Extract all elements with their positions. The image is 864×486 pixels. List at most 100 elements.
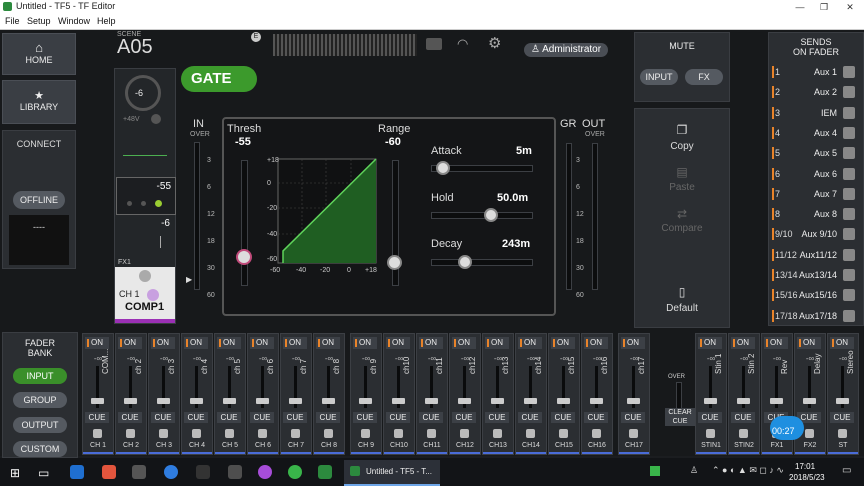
fader-handle[interactable]: [425, 398, 438, 404]
send-level-icon[interactable]: [843, 126, 855, 139]
on-button[interactable]: ON: [452, 337, 476, 349]
cue-button[interactable]: CUE: [518, 412, 542, 423]
decay-slider[interactable]: [431, 255, 533, 269]
user-badge[interactable]: ♙ Administrator: [524, 43, 608, 57]
on-button[interactable]: ON: [184, 337, 208, 349]
offline-button[interactable]: OFFLINE: [13, 191, 65, 209]
hold-slider[interactable]: [431, 208, 533, 222]
fader-handle[interactable]: [157, 398, 170, 404]
cue-button[interactable]: CUE: [184, 412, 208, 423]
fader-handle[interactable]: [557, 398, 570, 404]
app-icon-5[interactable]: [196, 465, 210, 479]
fader-handle[interactable]: [458, 398, 471, 404]
send-item-8[interactable]: 8 Aux 8: [772, 205, 857, 224]
default-button[interactable]: Default: [635, 303, 729, 314]
send-level-icon[interactable]: [843, 228, 855, 241]
clock-time[interactable]: 17:01: [795, 462, 815, 471]
cue-button[interactable]: CUE: [698, 412, 722, 423]
paste-button[interactable]: Paste: [635, 182, 729, 193]
on-button[interactable]: ON: [830, 337, 854, 349]
send-item-1[interactable]: 1 Aux 1: [772, 63, 857, 82]
on-button[interactable]: ON: [250, 337, 274, 349]
fader-handle[interactable]: [803, 398, 816, 404]
on-button[interactable]: ON: [386, 337, 410, 349]
edge-icon[interactable]: [70, 465, 84, 479]
on-button[interactable]: ON: [731, 337, 755, 349]
fader-handle[interactable]: [590, 398, 603, 404]
gate-thumbnail[interactable]: -55: [116, 177, 176, 215]
send-level-icon[interactable]: [843, 167, 855, 180]
fader-handle[interactable]: [737, 398, 750, 404]
on-button[interactable]: ON: [151, 337, 175, 349]
on-button[interactable]: ON: [217, 337, 241, 349]
fader-handle[interactable]: [836, 398, 849, 404]
fader-handle[interactable]: [190, 398, 203, 404]
maximize-button[interactable]: ❐: [812, 0, 836, 14]
fader-handle[interactable]: [491, 398, 504, 404]
app-icon-4[interactable]: [164, 465, 178, 479]
phantom-label[interactable]: +48V: [123, 116, 140, 123]
copy-button[interactable]: Copy: [635, 141, 729, 152]
cue-button[interactable]: CUE: [316, 412, 340, 423]
range-slider-handle[interactable]: [387, 255, 402, 270]
clear-cue-button[interactable]: CLEAR CUE: [665, 408, 695, 426]
fader-handle[interactable]: [124, 398, 137, 404]
gear-icon[interactable]: ⚙: [488, 34, 501, 52]
send-level-icon[interactable]: [843, 187, 855, 200]
clock-date[interactable]: 2018/5/23: [789, 473, 825, 482]
fader-handle[interactable]: [524, 398, 537, 404]
tray-user-icon[interactable]: ♙: [690, 465, 698, 476]
app-icon-7[interactable]: [258, 465, 272, 479]
on-button[interactable]: ON: [698, 337, 722, 349]
eq-thumbnail[interactable]: [123, 141, 167, 169]
send-item-7[interactable]: 7 Aux 7: [772, 185, 857, 204]
send-level-icon[interactable]: [843, 269, 855, 281]
comp-thumbnail[interactable]: -6: [116, 216, 174, 260]
cue-button[interactable]: CUE: [830, 412, 854, 423]
on-button[interactable]: ON: [316, 337, 340, 349]
fader-handle[interactable]: [359, 398, 372, 404]
send-item-4[interactable]: 4 Aux 4: [772, 124, 857, 143]
send-level-icon[interactable]: [843, 289, 855, 302]
bank-custom-button[interactable]: CUSTOM: [13, 441, 67, 457]
fader-handle[interactable]: [322, 398, 335, 404]
tray-app-icon[interactable]: [650, 466, 660, 476]
task-view-icon[interactable]: ▭: [38, 466, 49, 480]
notification-icon[interactable]: ▭: [842, 465, 851, 476]
cue-button[interactable]: CUE: [217, 412, 241, 423]
cue-button[interactable]: CUE: [283, 412, 307, 423]
send-level-icon[interactable]: [843, 66, 855, 78]
on-button[interactable]: ON: [419, 337, 443, 349]
fader-handle[interactable]: [392, 398, 405, 404]
cue-button[interactable]: CUE: [551, 412, 575, 423]
cue-button[interactable]: CUE: [584, 412, 608, 423]
recording-overlay[interactable]: 00:27: [770, 416, 804, 440]
on-button[interactable]: ON: [485, 337, 509, 349]
keyboard-icon[interactable]: [426, 38, 442, 50]
cue-button[interactable]: CUE: [731, 412, 755, 423]
channel-name-box[interactable]: CH 1 COMP1: [115, 267, 175, 323]
on-button[interactable]: ON: [797, 337, 821, 349]
gate-toggle-button[interactable]: GATE: [181, 66, 257, 92]
send-level-icon[interactable]: [843, 106, 855, 119]
send-item-17-18[interactable]: 17/18 Aux17/18: [772, 307, 857, 326]
minimize-button[interactable]: —: [788, 0, 812, 14]
cue-button[interactable]: CUE: [353, 412, 377, 423]
cue-button[interactable]: CUE: [386, 412, 410, 423]
menu-setup[interactable]: Setup: [27, 16, 51, 26]
bank-group-button[interactable]: GROUP: [13, 392, 67, 408]
on-button[interactable]: ON: [118, 337, 142, 349]
windows-start-icon[interactable]: ⊞: [10, 466, 20, 480]
mute-input-button[interactable]: INPUT: [640, 69, 678, 85]
cue-button[interactable]: CUE: [151, 412, 175, 423]
bank-output-button[interactable]: OUTPUT: [13, 417, 67, 433]
send-item-11-12[interactable]: 11/12 Aux11/12: [772, 246, 857, 265]
on-button[interactable]: ON: [283, 337, 307, 349]
fader-handle[interactable]: [289, 398, 302, 404]
cue-button[interactable]: CUE: [621, 412, 645, 423]
thresh-slider-handle[interactable]: [236, 249, 252, 265]
menu-file[interactable]: File: [5, 16, 20, 26]
send-level-icon[interactable]: [843, 248, 855, 261]
app-icon-2[interactable]: [102, 465, 116, 479]
on-button[interactable]: ON: [353, 337, 377, 349]
